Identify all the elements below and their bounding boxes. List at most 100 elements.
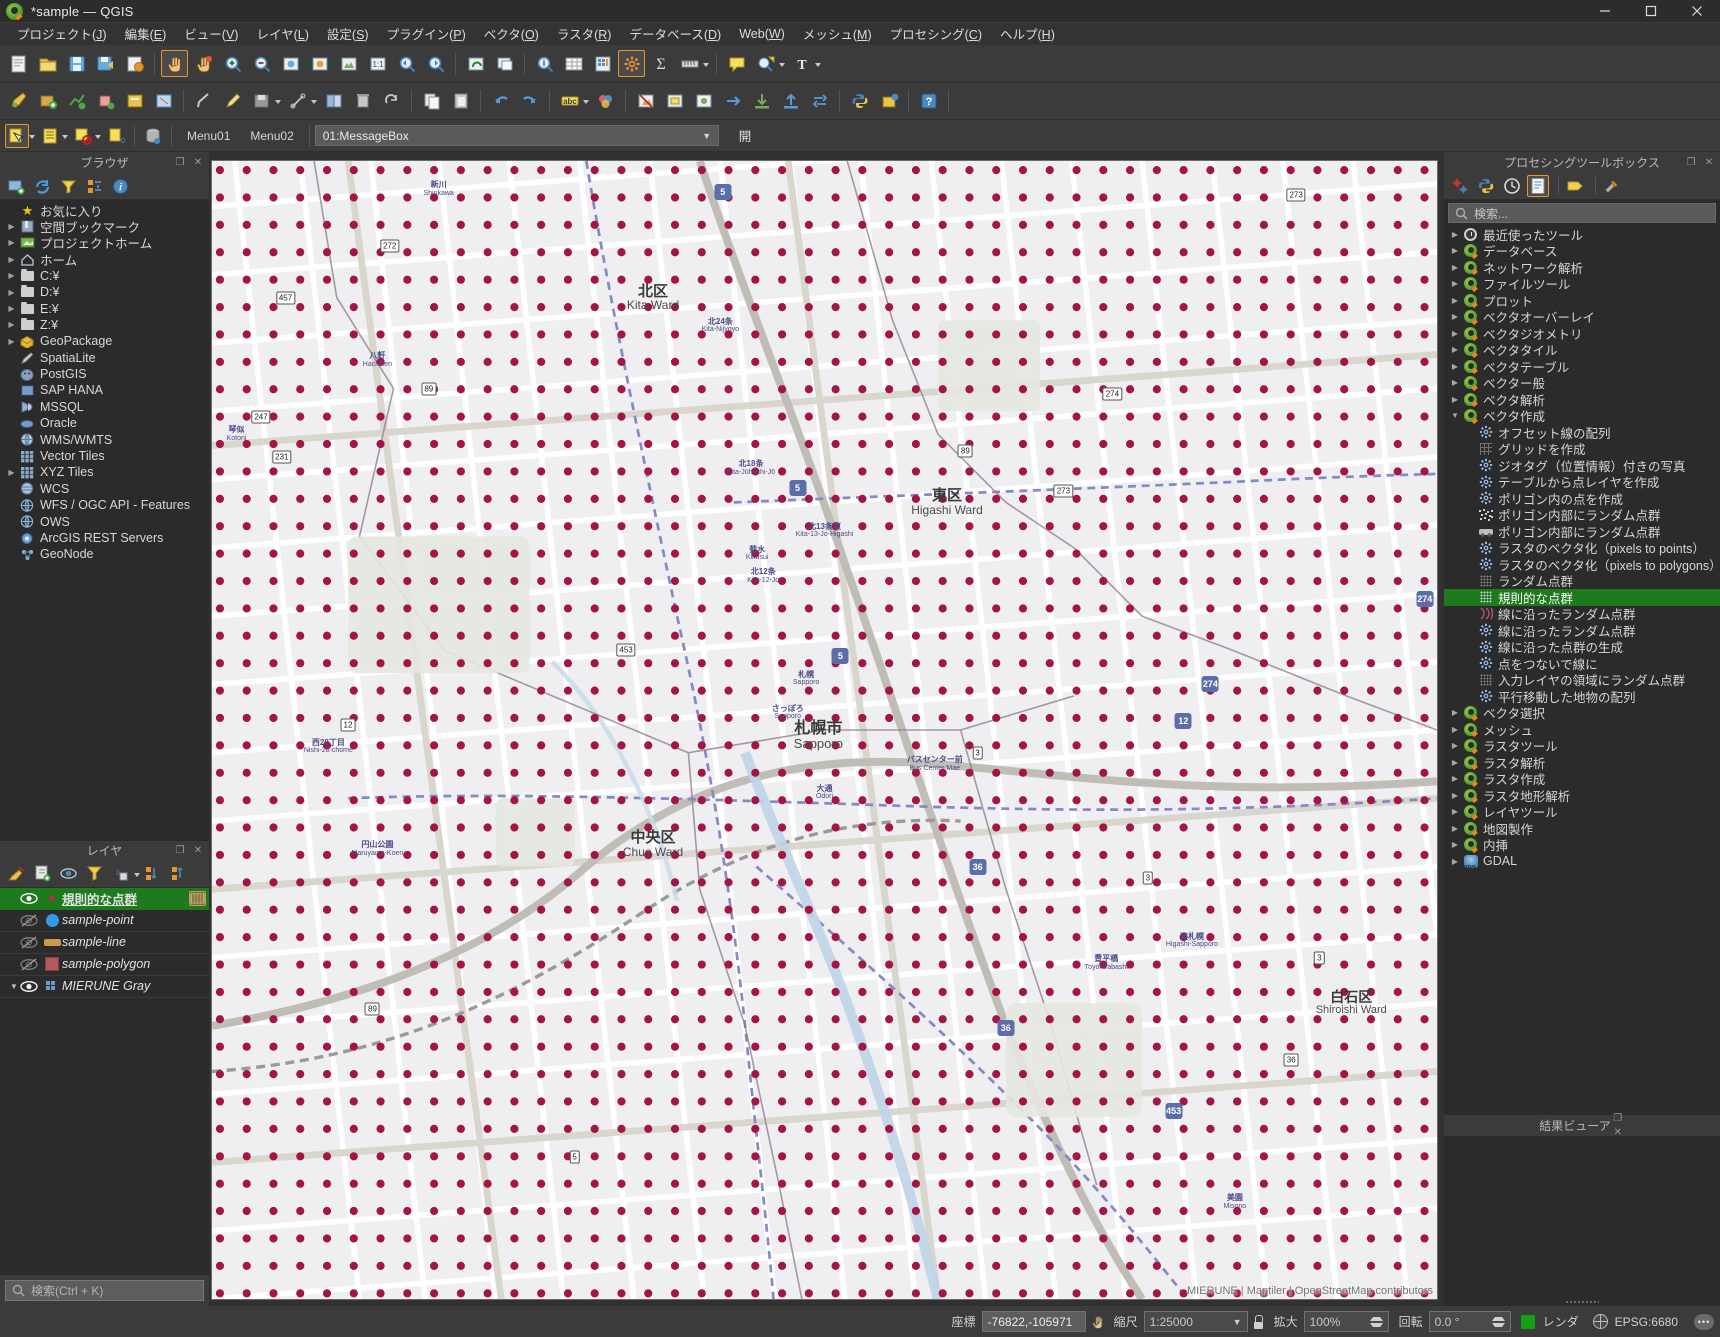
processing-item-4[interactable]: ▶ ファイルツール — [1444, 276, 1720, 292]
expand-arrow-icon[interactable]: ▶ — [4, 238, 19, 247]
expand-arrow-icon[interactable]: ▶ — [4, 255, 19, 264]
chevron-down-icon[interactable]: ▼ — [1448, 411, 1462, 420]
browser-item-22[interactable]: GeoNode — [0, 546, 209, 562]
float-icon[interactable]: ❐ — [1684, 155, 1698, 169]
chevron-right-icon[interactable]: ▶ — [1448, 230, 1462, 239]
import-features-button[interactable] — [777, 88, 804, 115]
processing-item-19[interactable]: ポリゴン内部にランダム点群 — [1444, 523, 1720, 540]
transform-features-button[interactable] — [806, 88, 833, 115]
processing-item-22[interactable]: ランダム点群 — [1444, 573, 1720, 589]
pan-map-button[interactable] — [161, 50, 188, 77]
processing-item-15[interactable]: ジオタグ（位置情報）付きの写真 — [1444, 457, 1720, 474]
open-project-button[interactable] — [34, 50, 61, 77]
browser-item-1[interactable]: ★ お気に入り — [0, 202, 209, 219]
zoom-to-selection-button[interactable] — [306, 50, 333, 77]
processing-item-31[interactable]: ▶ メッシュ — [1444, 721, 1720, 738]
browser-item-14[interactable]: Oracle — [0, 415, 209, 431]
chevron-right-icon[interactable]: ▶ — [1448, 395, 1462, 404]
chevron-right-icon[interactable]: ▶ — [1448, 329, 1462, 338]
measure-dropdown-caret[interactable] — [702, 57, 709, 71]
zoom-last-button[interactable] — [393, 50, 420, 77]
processing-item-34[interactable]: ▶ ラスタ作成 — [1444, 771, 1720, 787]
chevron-right-icon[interactable]: ▶ — [1448, 263, 1462, 272]
browser-tree[interactable]: ★ お気に入り ▶ 空間ブックマーク ▶ プロジェクトホーム ▶ ホーム ▶ C:¥ ▶ D:¥ ▶ E:… — [0, 200, 209, 840]
chevron-right-icon[interactable]: ▶ — [1448, 840, 1462, 849]
new-project-button[interactable] — [5, 50, 32, 77]
refresh-icon[interactable] — [31, 175, 53, 197]
sum-statistics-button[interactable]: Σ — [647, 50, 674, 77]
manage-visibility-icon[interactable] — [57, 863, 79, 885]
lock-scale-icon[interactable] — [1252, 1314, 1265, 1329]
project-properties-button[interactable] — [121, 50, 148, 77]
messages-icon[interactable]: ••• — [1694, 1313, 1714, 1330]
select-value-button[interactable]: 0 — [104, 124, 128, 148]
menu-7[interactable]: ベクタ(O) — [475, 22, 548, 46]
browser-item-21[interactable]: ArcGIS REST Servers — [0, 530, 209, 546]
visibility-off-icon[interactable] — [20, 914, 42, 927]
select-by-form-button[interactable] — [38, 124, 62, 148]
add-group-icon[interactable] — [31, 863, 53, 885]
browser-item-13[interactable]: MSSQL — [0, 399, 209, 415]
refresh-map-button[interactable] — [462, 50, 489, 77]
menu-13[interactable]: ヘルプ(H) — [991, 22, 1064, 46]
processing-search-input[interactable]: 検索... — [1448, 203, 1716, 223]
layer-row-2[interactable]: sample-point — [0, 910, 209, 932]
chevron-right-icon[interactable]: ▶ — [1448, 246, 1462, 255]
chevron-right-icon[interactable]: ▶ — [1448, 345, 1462, 354]
menu-3[interactable]: ビュー(V) — [175, 22, 247, 46]
browser-item-2[interactable]: ▶ 空間ブックマーク — [0, 218, 209, 235]
processing-item-23[interactable]: 規則的な点群 — [1444, 589, 1720, 606]
help-contents-button[interactable]: ? — [915, 88, 942, 115]
menu-9[interactable]: データベース(D) — [620, 22, 730, 46]
maximize-button[interactable] — [1628, 0, 1674, 22]
add-selected-layers-icon[interactable] — [5, 175, 27, 197]
processing-item-5[interactable]: ▶ プロット — [1444, 292, 1720, 309]
collapse-all-icon[interactable] — [83, 175, 105, 197]
chevron-right-icon[interactable]: ▶ — [1448, 725, 1462, 734]
chevron-right-icon[interactable]: ▶ — [1448, 279, 1462, 288]
visibility-off-icon[interactable] — [20, 958, 42, 971]
expand-arrow-icon[interactable]: ▶ — [4, 271, 19, 280]
current-edits-button[interactable] — [5, 88, 32, 115]
magnifier-spinner[interactable] — [1369, 1316, 1383, 1327]
processing-toolbox-button[interactable] — [618, 50, 645, 77]
processing-item-38[interactable]: ▶ 内挿 — [1444, 837, 1720, 853]
expand-arrow-icon[interactable]: ▶ — [4, 304, 19, 313]
select-form-caret[interactable] — [61, 129, 68, 143]
menu-10[interactable]: Web(W) — [730, 25, 794, 44]
processing-item-9[interactable]: ▶ ベクタテーブル — [1444, 358, 1720, 375]
database-button[interactable] — [141, 124, 165, 148]
layer-row-4[interactable]: sample-polygon — [0, 954, 209, 976]
memory-layer-badge[interactable] — [189, 890, 206, 906]
browser-item-7[interactable]: ▶ E:¥ — [0, 300, 209, 316]
layer-row-5[interactable]: ▼ MIERUNE Gray — [0, 976, 209, 998]
deselect-features-button[interactable] — [632, 88, 659, 115]
menu-5[interactable]: 設定(S) — [318, 22, 378, 46]
help-icon[interactable] — [1527, 175, 1549, 197]
chevron-right-icon[interactable]: ▶ — [1448, 774, 1462, 783]
open-script-button[interactable]: 開 — [729, 124, 762, 147]
expand-arrow-icon[interactable]: ▶ — [4, 468, 19, 477]
browser-item-11[interactable]: PostGIS — [0, 366, 209, 382]
processing-item-21[interactable]: ラスタのベクタ化（pixels to polygons） — [1444, 556, 1720, 573]
toggle-extents-icon[interactable] — [1090, 1314, 1108, 1330]
scale-combo[interactable]: 1:25000 ▼ — [1143, 1311, 1248, 1332]
map-canvas[interactable]: 北区 Kita Ward 東区 Higashi Ward 札幌市 Sapporo 中央区 Ch… — [211, 160, 1438, 1300]
add-polygon-feature-button[interactable] — [150, 88, 177, 115]
zoom-native-button[interactable]: 1:1 — [364, 50, 391, 77]
browser-item-4[interactable]: ▶ ホーム — [0, 251, 209, 268]
browser-item-16[interactable]: Vector Tiles — [0, 448, 209, 464]
processing-tree[interactable]: ▶ 最近使ったツール ▶ データベース ▶ ネットワーク解析 ▶ ファイルツール ▶ プロット ▶ ベ… — [1444, 226, 1720, 1115]
menu-12[interactable]: プロセシング(C) — [881, 22, 991, 46]
redo-button[interactable] — [516, 88, 543, 115]
processing-item-29[interactable]: 平行移動した地物の配列 — [1444, 688, 1720, 705]
filter-icon[interactable] — [57, 175, 79, 197]
pan-to-selection-button[interactable] — [190, 50, 217, 77]
save-project-as-button[interactable] — [92, 50, 119, 77]
zoom-in-button[interactable] — [219, 50, 246, 77]
style-manager-button[interactable] — [592, 88, 619, 115]
browser-item-17[interactable]: ▶ XYZ Tiles — [0, 464, 209, 480]
processing-item-25[interactable]: 線に沿ったランダム点群 — [1444, 622, 1720, 639]
crs-globe-icon[interactable] — [1592, 1314, 1608, 1329]
select-cursor-caret[interactable] — [28, 129, 35, 143]
